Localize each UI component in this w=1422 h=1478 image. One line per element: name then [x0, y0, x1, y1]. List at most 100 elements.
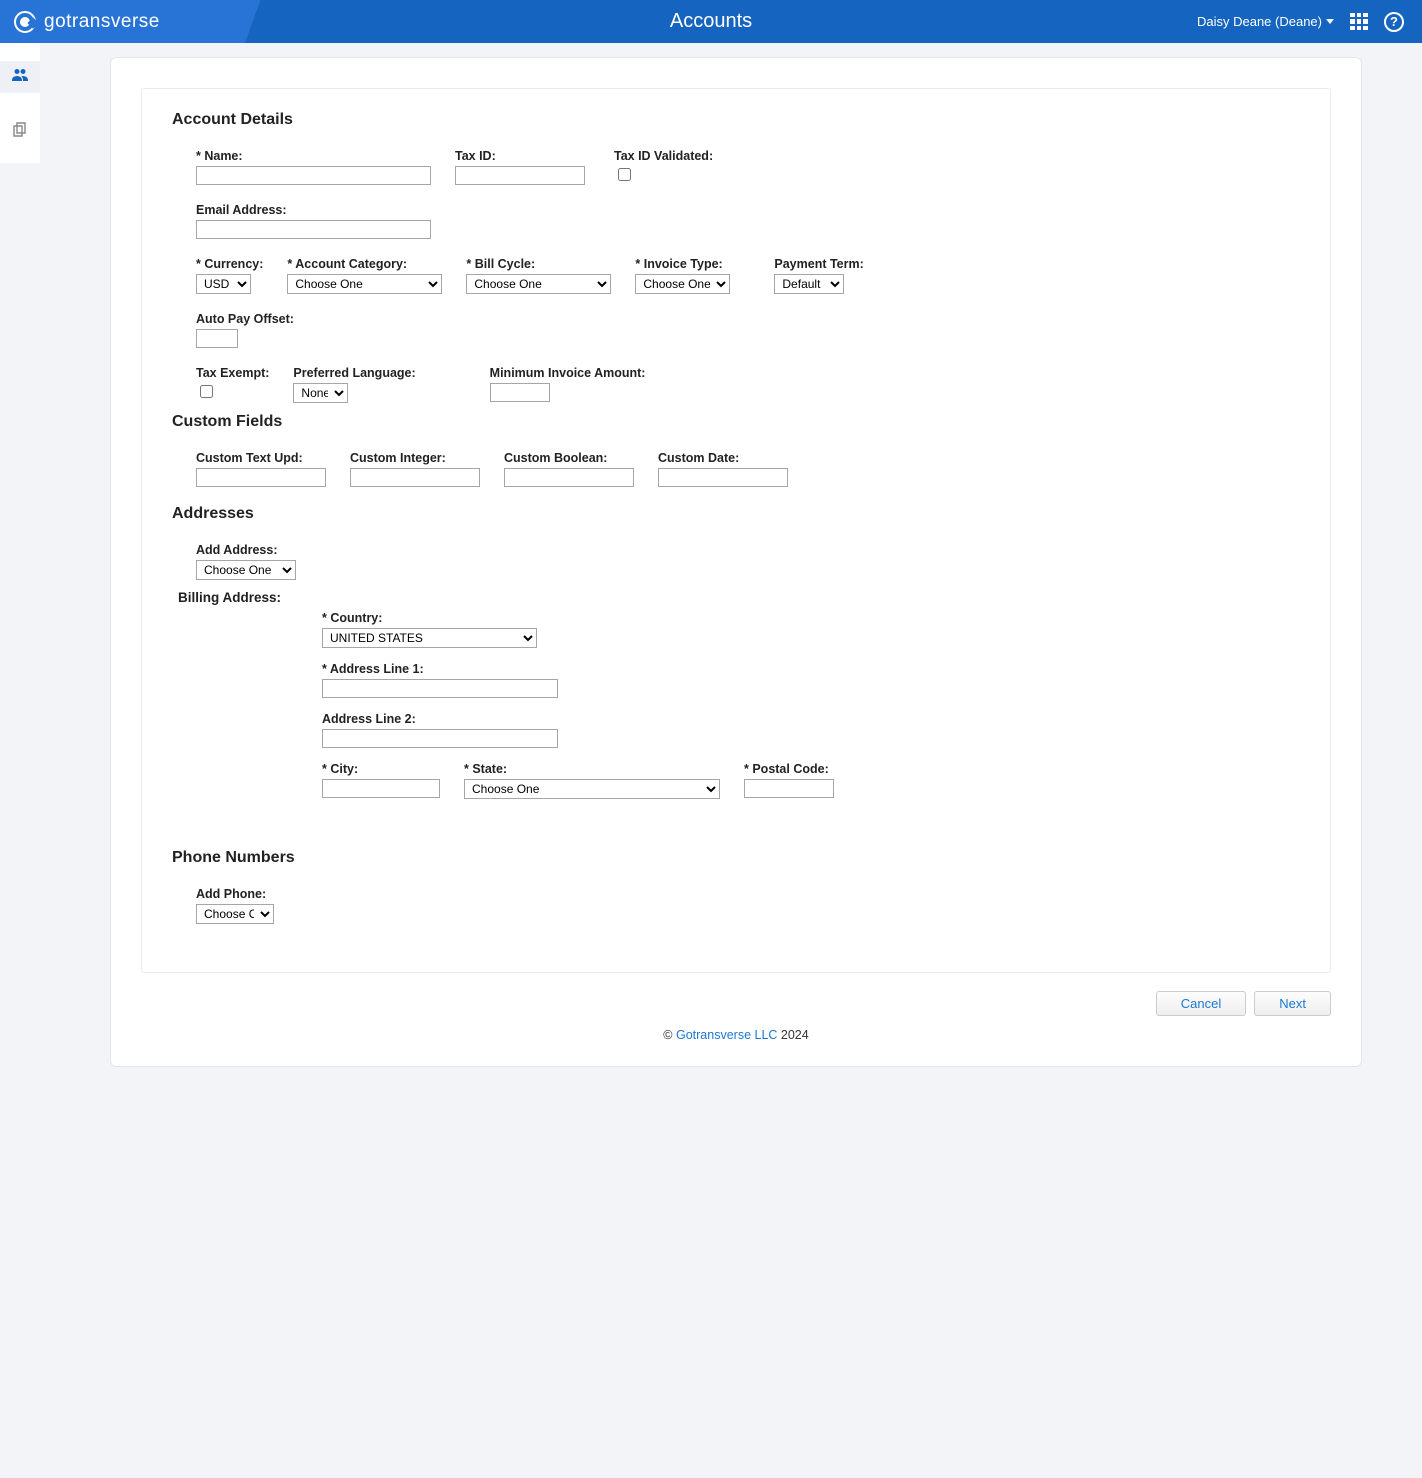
- select-add-address[interactable]: Choose One: [196, 560, 296, 580]
- label-postal-code: Postal Code:: [744, 762, 834, 776]
- label-currency: Currency:: [196, 257, 263, 271]
- label-add-phone: Add Phone:: [196, 887, 274, 901]
- label-country: Country:: [322, 611, 1300, 625]
- field-bill-cycle: Bill Cycle: Choose One: [466, 257, 611, 294]
- label-tax-id: Tax ID:: [455, 149, 585, 163]
- main: Account Details Name: Tax ID: Tax ID Val…: [40, 43, 1422, 1087]
- input-city[interactable]: [322, 779, 440, 798]
- label-add-address: Add Address:: [196, 543, 296, 557]
- field-country: Country: UNITED STATES: [322, 611, 1300, 648]
- field-custom-date: Custom Date:: [658, 451, 788, 487]
- input-custom-boolean[interactable]: [504, 468, 634, 487]
- field-add-phone: Add Phone: Choose One: [196, 887, 274, 924]
- checkbox-tax-exempt[interactable]: [200, 385, 213, 398]
- select-invoice-type[interactable]: Choose One: [635, 274, 730, 294]
- field-min-invoice-amount: Minimum Invoice Amount:: [490, 366, 646, 403]
- label-tax-id-validated: Tax ID Validated:: [614, 149, 713, 163]
- input-custom-integer[interactable]: [350, 468, 480, 487]
- checkbox-tax-id-validated[interactable]: [618, 168, 631, 181]
- sidebar-item-accounts[interactable]: [0, 61, 40, 93]
- field-address-line-2: Address Line 2:: [322, 712, 1300, 748]
- field-address-line-1: Address Line 1:: [322, 662, 1300, 698]
- input-name[interactable]: [196, 166, 431, 185]
- field-state: State: Choose One: [464, 762, 720, 799]
- input-email[interactable]: [196, 220, 431, 239]
- row-tax-exempt: Tax Exempt: Preferred Language: None Min…: [196, 366, 1300, 403]
- field-currency: Currency: USD: [196, 257, 263, 294]
- label-state: State:: [464, 762, 720, 776]
- label-address-line-1: Address Line 1:: [322, 662, 1300, 676]
- brand-name: gotransverse: [44, 11, 160, 33]
- input-custom-date[interactable]: [658, 468, 788, 487]
- footer-link[interactable]: Gotransverse LLC: [676, 1028, 777, 1042]
- select-state[interactable]: Choose One: [464, 779, 720, 799]
- field-tax-id: Tax ID:: [455, 149, 585, 185]
- header-right: Daisy Deane (Deane) ?: [1197, 12, 1422, 32]
- apps-icon[interactable]: [1350, 13, 1368, 31]
- footer-year: 2024: [777, 1028, 808, 1042]
- sidebar-item-copy[interactable]: [0, 115, 40, 147]
- input-tax-id[interactable]: [455, 166, 585, 185]
- label-payment-term: Payment Term:: [774, 257, 863, 271]
- row-currency: Currency: USD Account Category: Choose O…: [196, 257, 1300, 294]
- field-city: City:: [322, 762, 440, 799]
- user-name: Daisy Deane (Deane): [1197, 14, 1322, 29]
- label-address-line-2: Address Line 2:: [322, 712, 1300, 726]
- field-invoice-type: Invoice Type: Choose One: [635, 257, 730, 294]
- label-custom-text-upd: Custom Text Upd:: [196, 451, 326, 465]
- users-icon: [12, 68, 28, 86]
- button-row: Cancel Next: [141, 991, 1331, 1016]
- input-address-line-2[interactable]: [322, 729, 558, 748]
- cancel-button[interactable]: Cancel: [1156, 991, 1246, 1016]
- footer-copyright: ©: [663, 1028, 676, 1042]
- row-add-phone: Add Phone: Choose One: [196, 887, 1300, 924]
- form-card: Account Details Name: Tax ID: Tax ID Val…: [141, 88, 1331, 973]
- row-email: Email Address:: [196, 203, 1300, 239]
- input-auto-pay-offset[interactable]: [196, 329, 238, 348]
- caret-down-icon: [1326, 19, 1334, 24]
- user-menu[interactable]: Daisy Deane (Deane): [1197, 14, 1334, 29]
- input-address-line-1[interactable]: [322, 679, 558, 698]
- label-preferred-language: Preferred Language:: [293, 366, 415, 380]
- select-account-category[interactable]: Choose One: [287, 274, 442, 294]
- select-currency[interactable]: USD: [196, 274, 251, 294]
- next-button[interactable]: Next: [1254, 991, 1331, 1016]
- section-phone-numbers: Phone Numbers: [172, 849, 1300, 867]
- input-custom-text-upd[interactable]: [196, 468, 326, 487]
- label-name: Name:: [196, 149, 431, 163]
- label-min-invoice-amount: Minimum Invoice Amount:: [490, 366, 646, 380]
- billing-address-label: Billing Address:: [178, 590, 1300, 605]
- input-postal-code[interactable]: [744, 779, 834, 798]
- field-preferred-language: Preferred Language: None: [293, 366, 415, 403]
- field-name: Name:: [196, 149, 431, 185]
- label-account-category: Account Category:: [287, 257, 442, 271]
- select-bill-cycle[interactable]: Choose One: [466, 274, 611, 294]
- select-add-phone[interactable]: Choose One: [196, 904, 274, 924]
- label-tax-exempt: Tax Exempt:: [196, 366, 269, 380]
- logo-icon: [14, 11, 36, 33]
- input-min-invoice-amount[interactable]: [490, 383, 550, 402]
- field-tax-exempt: Tax Exempt:: [196, 366, 269, 403]
- select-preferred-language[interactable]: None: [293, 383, 348, 403]
- field-custom-boolean: Custom Boolean:: [504, 451, 634, 487]
- section-account-details: Account Details: [172, 111, 1300, 129]
- label-auto-pay-offset: Auto Pay Offset:: [196, 312, 294, 326]
- label-custom-boolean: Custom Boolean:: [504, 451, 634, 465]
- row-add-address: Add Address: Choose One: [196, 543, 1300, 580]
- brand-logo[interactable]: gotransverse: [0, 0, 310, 43]
- help-icon[interactable]: ?: [1384, 12, 1404, 32]
- field-auto-pay-offset: Auto Pay Offset:: [196, 312, 294, 348]
- row-name-tax: Name: Tax ID: Tax ID Validated:: [196, 149, 1300, 185]
- row-custom: Custom Text Upd: Custom Integer: Custom …: [196, 451, 1300, 487]
- page-title: Accounts: [670, 10, 752, 33]
- field-custom-integer: Custom Integer:: [350, 451, 480, 487]
- footer: © Gotransverse LLC 2024: [141, 1028, 1331, 1042]
- field-custom-text-upd: Custom Text Upd:: [196, 451, 326, 487]
- field-add-address: Add Address: Choose One: [196, 543, 296, 580]
- select-payment-term[interactable]: Default: [774, 274, 844, 294]
- field-postal-code: Postal Code:: [744, 762, 834, 799]
- label-custom-date: Custom Date:: [658, 451, 788, 465]
- header: gotransverse Accounts Daisy Deane (Deane…: [0, 0, 1422, 43]
- label-email: Email Address:: [196, 203, 431, 217]
- select-country[interactable]: UNITED STATES: [322, 628, 537, 648]
